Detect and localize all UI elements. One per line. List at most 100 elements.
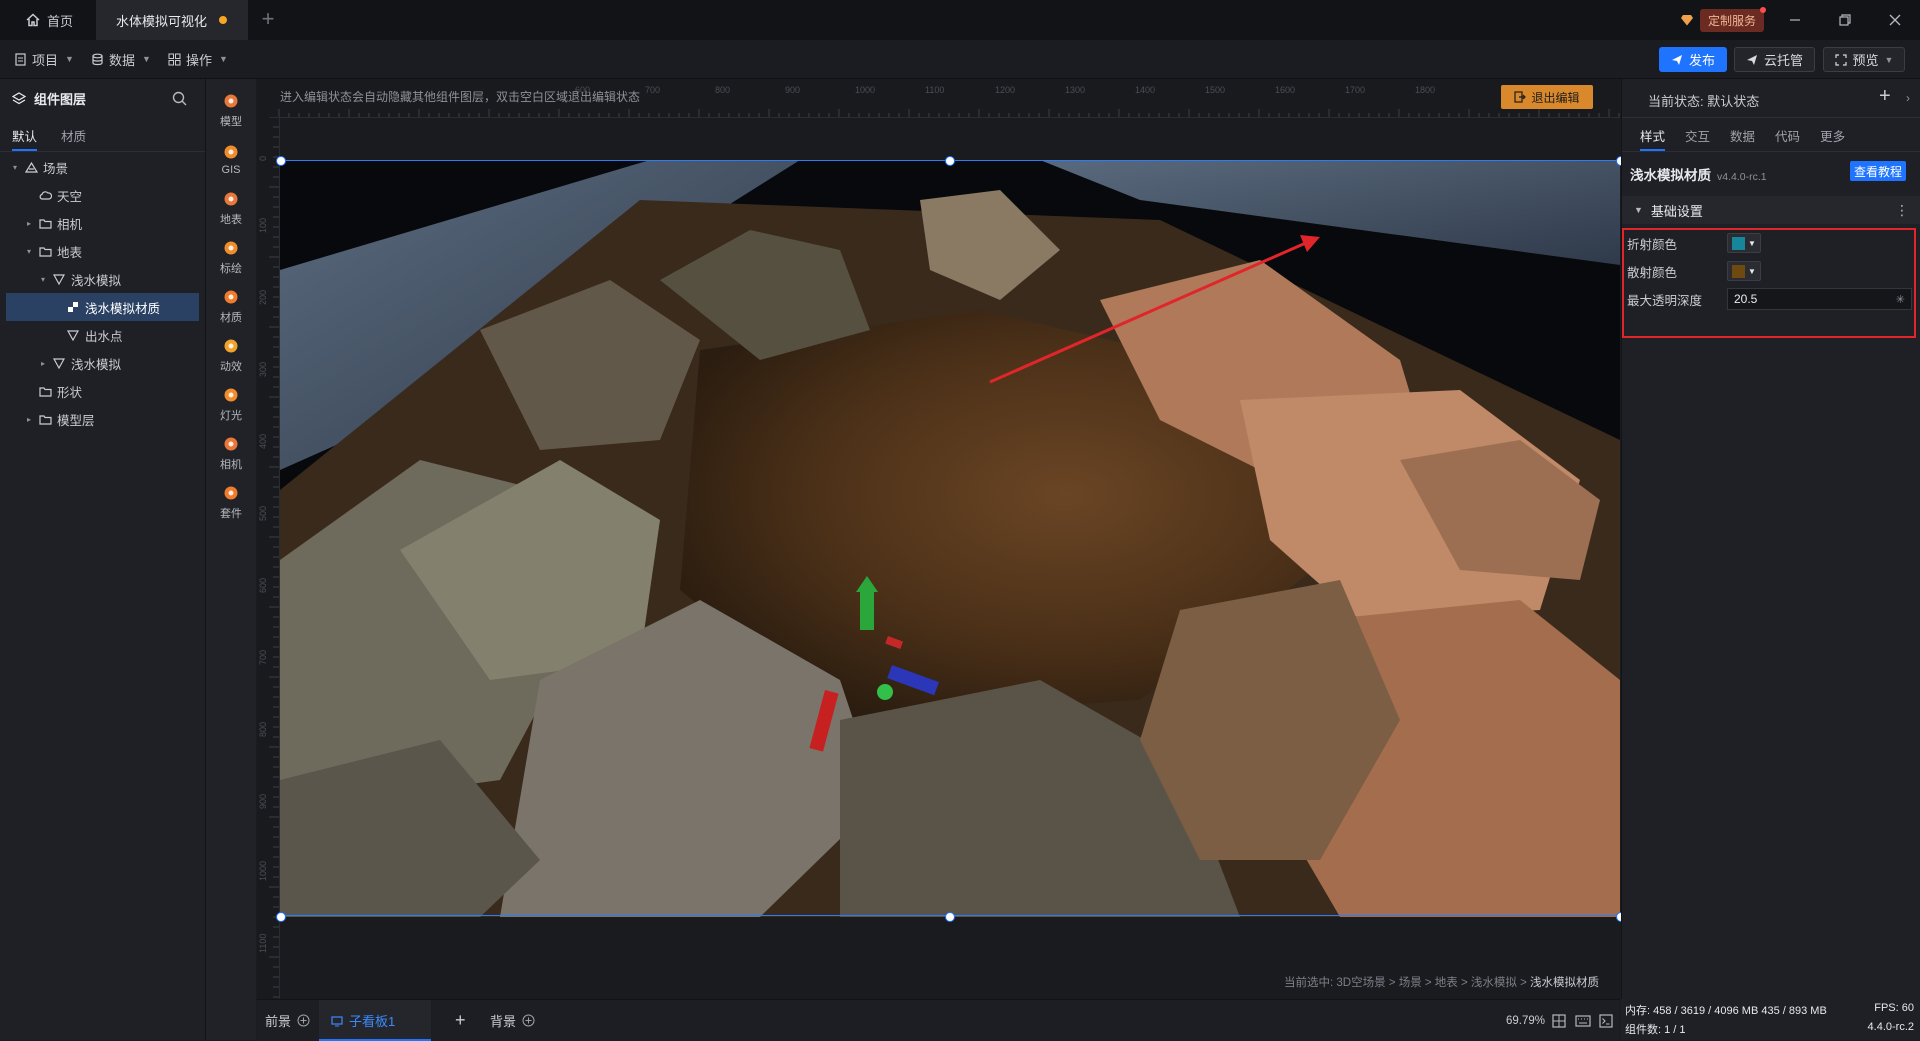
tool-material-ball[interactable]: 材质 bbox=[206, 280, 256, 334]
properties-panel: 当前状态: 默认状态 + › 样式 交互 数据 代码 更多 浅水模拟材质 v4.4.0-… bbox=[1621, 79, 1920, 1040]
preview-button[interactable]: 预览 ▼ bbox=[1823, 47, 1905, 72]
menu-project[interactable]: 项目 ▼ bbox=[14, 49, 74, 69]
tool-camera[interactable]: 相机 bbox=[206, 427, 256, 481]
resize-handle[interactable] bbox=[945, 912, 955, 922]
properties-tab[interactable]: 更多 bbox=[1810, 123, 1855, 151]
layer-tree-item[interactable]: 浅水模拟材质 bbox=[6, 293, 199, 321]
custom-service-badge: 定制服务 bbox=[1700, 6, 1767, 32]
resize-handle[interactable] bbox=[276, 156, 286, 166]
tool-label: 标绘 bbox=[220, 263, 242, 275]
publish-button[interactable]: 发布 bbox=[1659, 47, 1727, 72]
ruler-tick-label: 600 bbox=[258, 578, 268, 593]
layer-tree-item[interactable]: 出水点 bbox=[0, 321, 205, 349]
layer-tree-item[interactable]: 天空 bbox=[0, 181, 205, 209]
new-tab-button[interactable]: + bbox=[255, 7, 281, 33]
home-tab[interactable]: 首页 bbox=[12, 0, 87, 40]
fit-screen-button[interactable] bbox=[1552, 1000, 1566, 1041]
properties-tab[interactable]: 代码 bbox=[1765, 123, 1810, 151]
folder-icon bbox=[38, 244, 52, 258]
tool-label: 材质 bbox=[220, 312, 242, 324]
properties-tab[interactable]: 交互 bbox=[1675, 123, 1720, 151]
ruler-tick-label: 1000 bbox=[855, 85, 875, 95]
folder-icon bbox=[38, 412, 52, 426]
layers-icon bbox=[12, 91, 26, 104]
expand-caret-icon[interactable]: ▾ bbox=[10, 163, 20, 172]
collapse-caret-icon[interactable]: ▸ bbox=[24, 219, 34, 228]
menu-operation-label: 操作 bbox=[186, 52, 213, 68]
layer-tree-item[interactable]: ▾ 地表 bbox=[0, 237, 205, 265]
tool-label: 灯光 bbox=[220, 410, 242, 422]
minimize-button[interactable] bbox=[1772, 0, 1818, 40]
water-icon bbox=[66, 328, 80, 342]
console-button[interactable] bbox=[1599, 1000, 1613, 1041]
more-vertical-icon[interactable]: ⋮ bbox=[1895, 202, 1909, 219]
layer-tabs: 默认 材质 bbox=[0, 123, 205, 151]
close-window-button[interactable] bbox=[1872, 0, 1918, 40]
foreground-tab[interactable]: 前景 bbox=[265, 1000, 310, 1041]
home-icon bbox=[26, 13, 40, 27]
layer-tree-item[interactable]: ▸ 模型层 bbox=[0, 405, 205, 433]
layer-tree-item-label: 浅水模拟材质 bbox=[85, 301, 161, 316]
exit-edit-button[interactable]: 退出编辑 bbox=[1501, 85, 1593, 109]
tool-model[interactable]: 模型 bbox=[206, 84, 256, 138]
layer-tree-item-label: 场景 bbox=[43, 161, 69, 176]
layer-tree-item[interactable]: ▸ 浅水模拟 bbox=[0, 349, 205, 377]
tool-light[interactable]: 灯光 bbox=[206, 378, 256, 432]
layer-tree-item-label: 地表 bbox=[57, 245, 83, 260]
section-basic-settings[interactable]: ▼ 基础设置 ⋮ bbox=[1622, 196, 1920, 224]
layer-tree-item-label: 模型层 bbox=[57, 413, 95, 428]
layer-tree-item-label: 形状 bbox=[57, 385, 83, 400]
layer-tree-item[interactable]: ▾ 浅水模拟 bbox=[0, 265, 205, 293]
tab-default[interactable]: 默认 bbox=[0, 123, 49, 151]
menu-operation[interactable]: 操作 ▼ bbox=[168, 49, 228, 69]
properties-tab[interactable]: 数据 bbox=[1720, 123, 1765, 151]
layer-tree-item-label: 相机 bbox=[57, 217, 83, 232]
document-tab[interactable]: 水体模拟可视化 bbox=[96, 0, 248, 40]
app-version: 4.4.0-rc.2 bbox=[1867, 1021, 1914, 1033]
resize-handle[interactable] bbox=[945, 156, 955, 166]
subboard-tab[interactable]: 子看板1 bbox=[319, 1000, 431, 1041]
add-state-button[interactable]: + bbox=[1879, 85, 1891, 108]
collapse-caret-icon[interactable]: ▸ bbox=[38, 359, 48, 368]
ruler-tick-label: 0 bbox=[258, 156, 268, 161]
material-ball-icon bbox=[223, 289, 239, 305]
tool-gis[interactable]: GIS bbox=[206, 133, 256, 187]
collapse-caret-icon[interactable]: ▸ bbox=[24, 415, 34, 424]
custom-service[interactable]: 定制服务 bbox=[1680, 6, 1767, 32]
cloud-host-button[interactable]: 云托管 bbox=[1734, 47, 1815, 72]
caret-down-icon: ▼ bbox=[1634, 205, 1643, 215]
layer-tree-item[interactable]: ▾ 场景 bbox=[0, 153, 205, 181]
zoom-level[interactable]: 69.79% bbox=[1506, 1000, 1545, 1041]
menu-data[interactable]: 数据 ▼ bbox=[91, 49, 151, 69]
add-board-button[interactable]: + bbox=[455, 1000, 466, 1041]
fit-screen-icon bbox=[1552, 1013, 1566, 1028]
expand-caret-icon[interactable]: ▾ bbox=[38, 275, 48, 284]
current-state[interactable]: 当前状态: 默认状态 bbox=[1648, 91, 1759, 110]
tab-material[interactable]: 材质 bbox=[49, 123, 98, 151]
menu-data-label: 数据 bbox=[109, 52, 136, 68]
layer-tree-item[interactable]: ▸ 相机 bbox=[0, 209, 205, 237]
water-icon bbox=[52, 356, 66, 370]
component-toolbar: 模型 GIS 地表标绘材质动效灯光相机 套件 bbox=[206, 79, 256, 1040]
search-button[interactable] bbox=[172, 91, 187, 106]
fps-stat: FPS: 60 bbox=[1874, 1002, 1914, 1014]
view-tutorial-button[interactable]: 查看教程 bbox=[1850, 161, 1906, 181]
chevron-right-icon[interactable]: › bbox=[1906, 91, 1910, 105]
model-icon bbox=[223, 93, 239, 109]
properties-tab[interactable]: 样式 bbox=[1630, 123, 1675, 151]
status-stats: 内存: 458 / 3619 / 4096 MB 435 / 893 MB FP… bbox=[1621, 999, 1920, 1040]
expand-caret-icon[interactable]: ▾ bbox=[24, 247, 34, 256]
keyboard-button[interactable] bbox=[1575, 1000, 1591, 1041]
resize-handle[interactable] bbox=[276, 912, 286, 922]
restore-button[interactable] bbox=[1822, 0, 1868, 40]
background-tab[interactable]: 背景 bbox=[490, 1000, 535, 1041]
tool-terrain[interactable]: 地表 bbox=[206, 182, 256, 236]
layer-tree-item[interactable]: 形状 bbox=[0, 377, 205, 405]
monitor-icon bbox=[331, 1015, 343, 1026]
tool-kit[interactable]: 套件 bbox=[206, 476, 256, 530]
terminal-icon bbox=[1599, 1013, 1613, 1028]
tool-effect[interactable]: 动效 bbox=[206, 329, 256, 383]
memory-stat: 内存: 458 / 3619 / 4096 MB 435 / 893 MB bbox=[1625, 1005, 1827, 1017]
grid-icon bbox=[168, 53, 181, 65]
tool-marker[interactable]: 标绘 bbox=[206, 231, 256, 285]
